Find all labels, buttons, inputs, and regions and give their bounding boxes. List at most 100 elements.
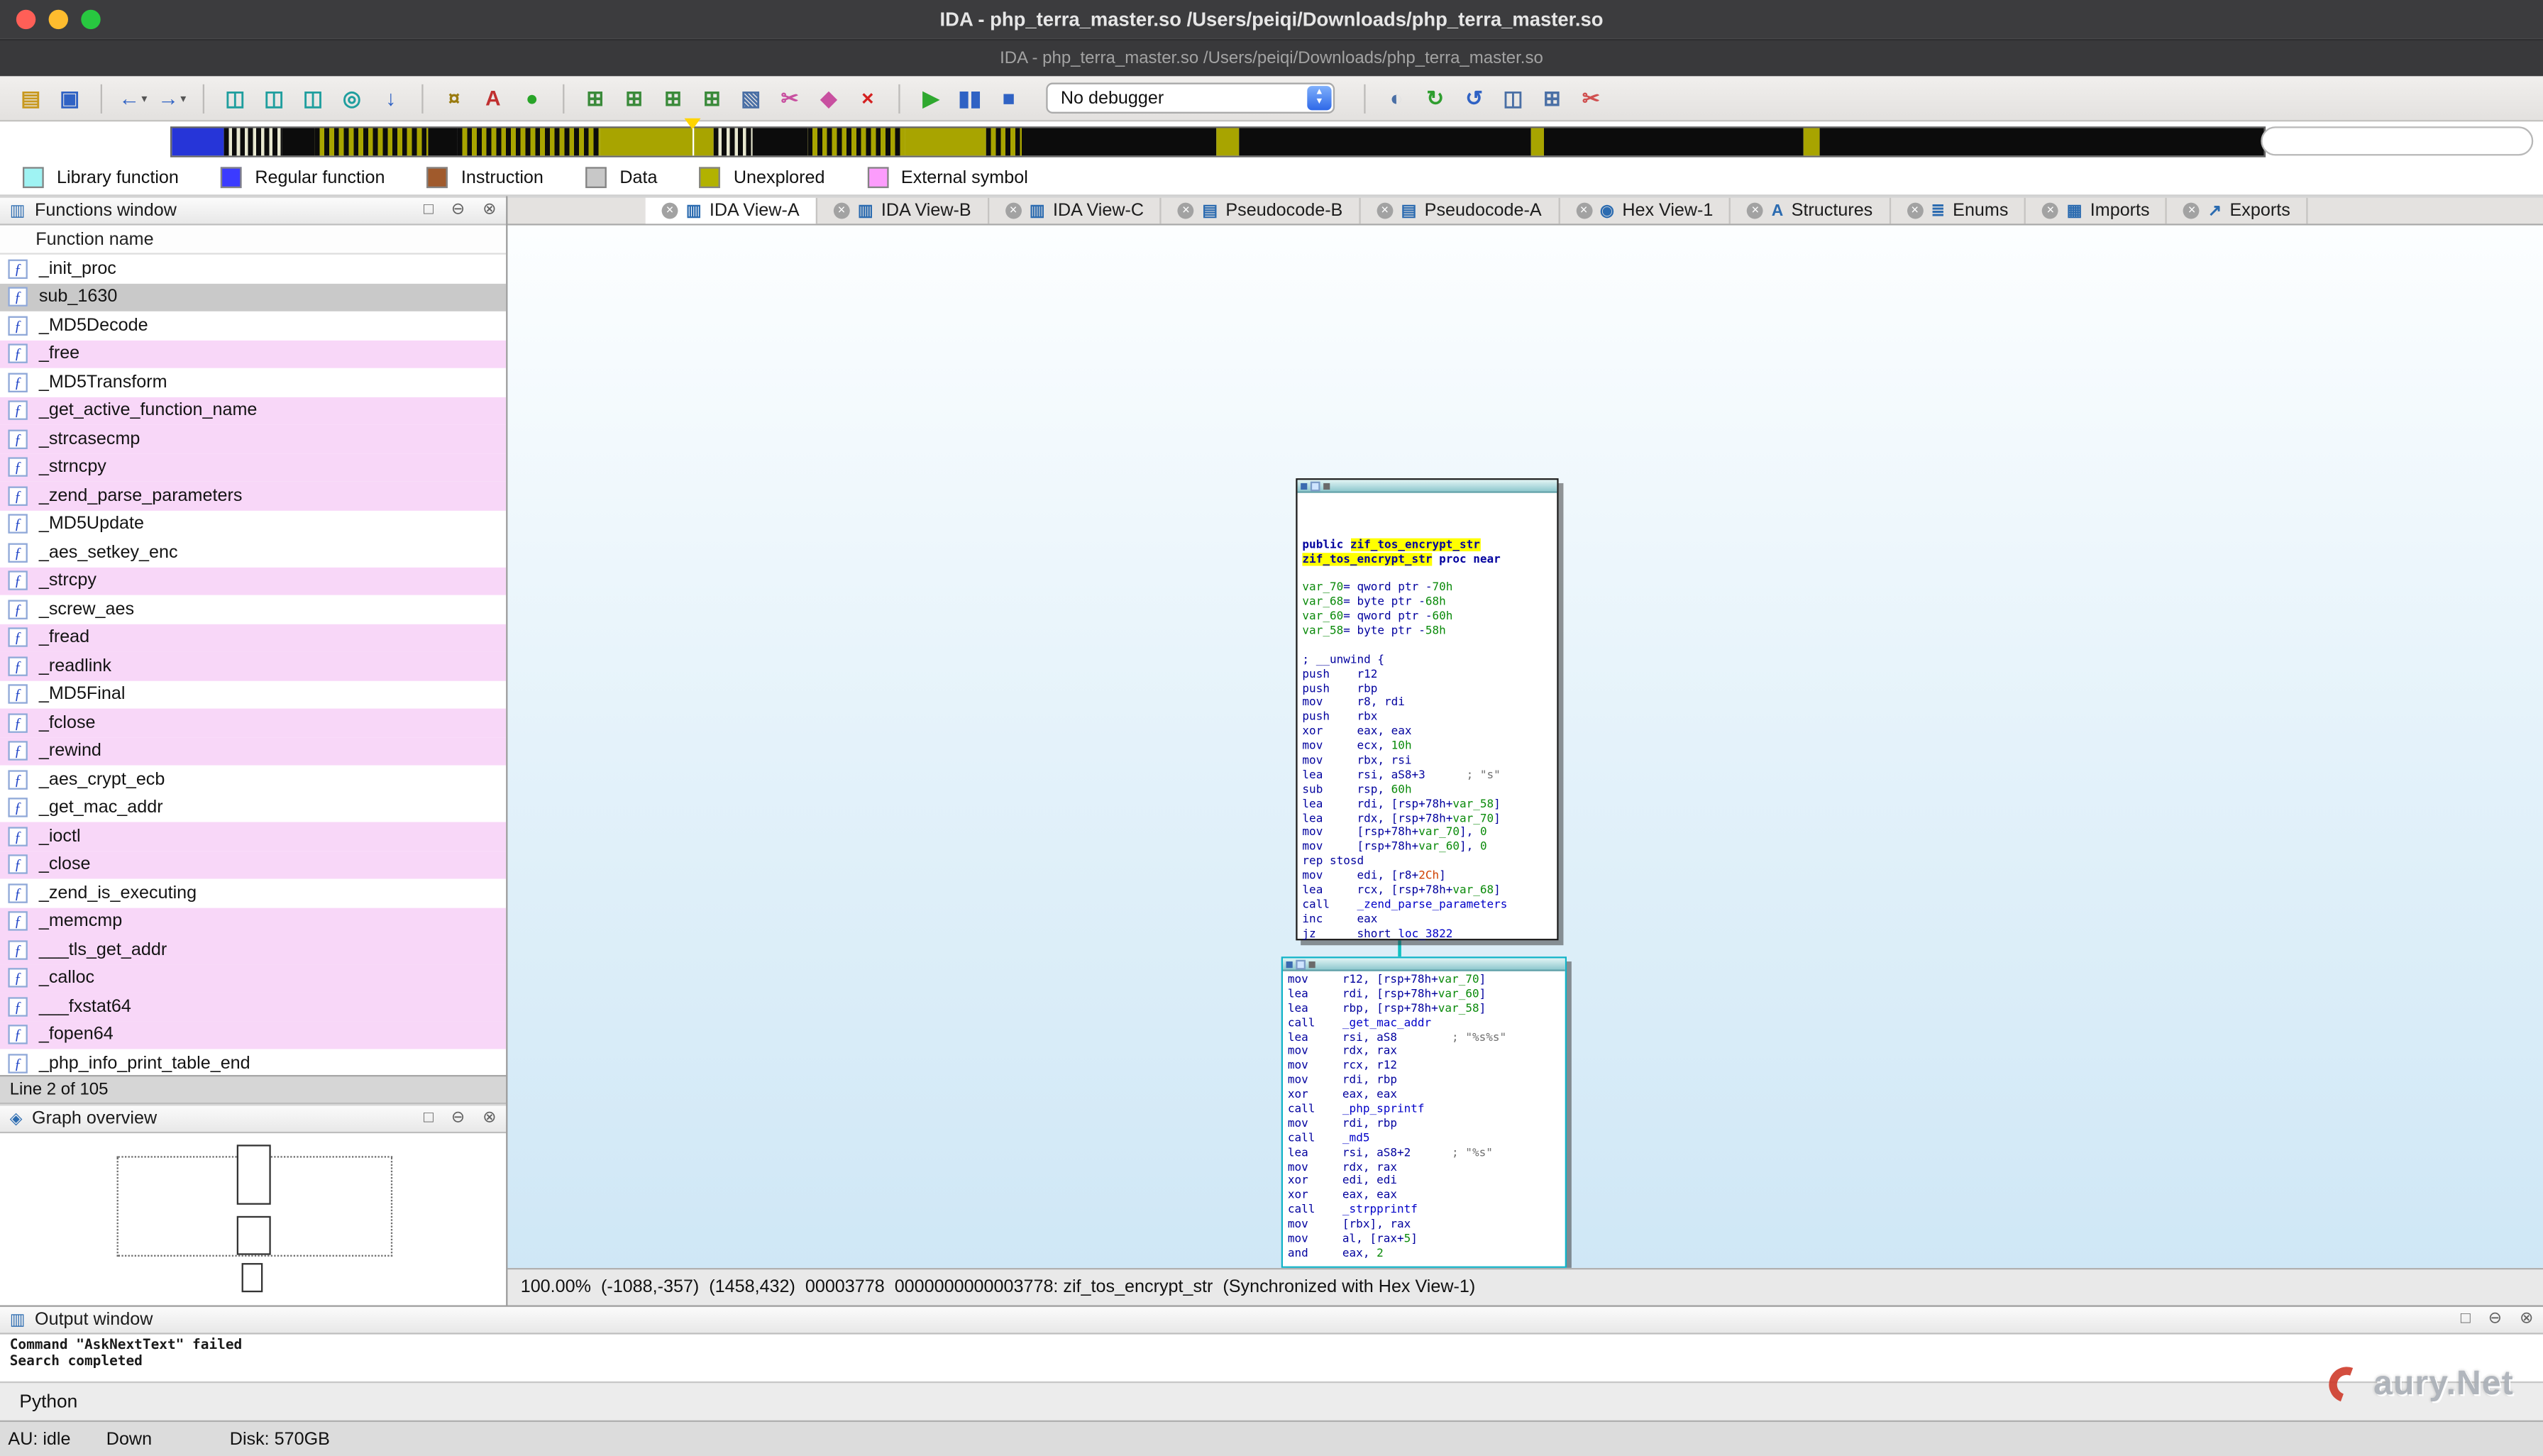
close-icon[interactable]: ⊗ xyxy=(2520,1311,2533,1328)
function-row[interactable]: ƒ _close xyxy=(0,850,507,879)
close-icon[interactable]: ⊗ xyxy=(482,202,496,219)
function-row[interactable]: ƒ _screw_aes xyxy=(0,595,506,624)
tab-close-icon[interactable]: × xyxy=(2183,202,2200,219)
cut-snapshot-icon[interactable]: ✂ xyxy=(776,82,805,114)
tab-pseudocode-b[interactable]: × ▤ Pseudocode-B xyxy=(1162,197,1361,224)
tab-close-icon[interactable]: × xyxy=(833,202,850,219)
create-struct-icon[interactable]: ⊞ xyxy=(658,82,688,114)
tab-close-icon[interactable]: × xyxy=(1005,202,1022,219)
next-window-icon[interactable]: ◫ xyxy=(299,82,328,114)
function-row[interactable]: ƒ _memcmp xyxy=(0,907,507,936)
bookmark-icon[interactable]: ◆ xyxy=(814,82,843,114)
node-collapse-icon[interactable] xyxy=(1301,482,1308,489)
tab-close-icon[interactable]: × xyxy=(661,202,678,219)
node-title-bar[interactable] xyxy=(1282,958,1565,971)
combo-stepper-icon[interactable]: ▲ ▼ xyxy=(1307,86,1332,111)
node-menu-icon[interactable] xyxy=(1323,482,1330,489)
tab-ida-view-c[interactable]: × ▥ IDA View-C xyxy=(989,197,1162,224)
colorize-icon[interactable]: ▧ xyxy=(737,82,766,114)
function-row[interactable]: ƒ _MD5Transform xyxy=(0,368,506,397)
function-row[interactable]: ƒ _free xyxy=(0,339,507,368)
function-row[interactable]: ƒ _zend_parse_parameters xyxy=(0,481,507,510)
tab-exports[interactable]: × ↗ Exports xyxy=(2168,197,2308,224)
node-title-bar[interactable] xyxy=(1297,480,1557,493)
window-menu-icon[interactable]: ⊖ xyxy=(451,202,465,219)
graph-node-next[interactable]: mov r12, [rsp+78h+var_70] lea rdi, [rsp+7… xyxy=(1281,956,1567,1268)
binary-search-icon[interactable]: ¤ xyxy=(439,82,468,114)
tab-close-icon[interactable]: × xyxy=(1907,202,1924,219)
pause-process-icon[interactable]: ▮▮ xyxy=(955,82,984,114)
function-row[interactable]: ƒ _aes_setkey_enc xyxy=(0,539,506,567)
jump-target-icon[interactable]: ◎ xyxy=(337,82,366,114)
minimize-window-button[interactable] xyxy=(48,9,68,30)
open-file-icon[interactable]: ▤ xyxy=(16,82,45,114)
close-window-button[interactable] xyxy=(16,9,36,30)
float-icon[interactable]: □ xyxy=(424,202,434,219)
function-row[interactable]: ƒ ___fxstat64 xyxy=(0,992,507,1021)
function-row[interactable]: ƒ _calloc xyxy=(0,964,507,993)
record-macro-icon[interactable]: ● xyxy=(517,82,546,114)
function-row[interactable]: ƒ _strcasecmp xyxy=(0,424,507,453)
cli-selector-button[interactable]: Python xyxy=(19,1392,77,1411)
node-pin-icon[interactable] xyxy=(1310,480,1320,491)
window-menu-icon[interactable]: ⊖ xyxy=(2488,1311,2502,1328)
create-enum-icon[interactable]: ⊞ xyxy=(697,82,727,114)
graph-overview-canvas[interactable] xyxy=(0,1133,507,1306)
function-row[interactable]: ƒ ___tls_get_addr xyxy=(0,935,507,964)
step-into-icon[interactable]: ↻ xyxy=(1421,82,1450,114)
function-row[interactable]: ƒ _get_mac_addr xyxy=(0,794,506,822)
debugger-select[interactable]: No debugger ▲ ▼ xyxy=(1046,82,1335,114)
function-row[interactable]: ƒ _MD5Decode xyxy=(0,311,506,340)
node-pin-icon[interactable] xyxy=(1296,959,1306,969)
node-menu-icon[interactable] xyxy=(1308,960,1315,968)
stop-process-icon[interactable]: ■ xyxy=(994,82,1023,114)
window-menu-icon[interactable]: ⊖ xyxy=(451,1110,465,1127)
edit-function-icon[interactable]: ⊞ xyxy=(619,82,649,114)
desktop-windows-icon[interactable]: ◫ xyxy=(221,82,250,114)
quick-filter-input[interactable] xyxy=(2261,126,2534,156)
tab-pseudocode-a[interactable]: × ▤ Pseudocode-A xyxy=(1360,197,1560,224)
function-row[interactable]: ƒ _MD5Final xyxy=(0,680,506,709)
step-over-icon[interactable]: ↺ xyxy=(1460,82,1489,114)
tab-close-icon[interactable]: × xyxy=(1377,202,1394,219)
function-row[interactable]: ƒ _fread xyxy=(0,623,507,652)
function-row[interactable]: ƒ _fclose xyxy=(0,708,507,737)
cancel-icon[interactable]: × xyxy=(853,82,882,114)
function-row[interactable]: ƒ _rewind xyxy=(0,737,507,766)
detach-process-icon[interactable]: ✂ xyxy=(1577,82,1606,114)
run-until-return-icon[interactable]: ◫ xyxy=(1499,82,1528,114)
navigation-band[interactable] xyxy=(170,126,2266,158)
graph-node-entry[interactable]: public zif_tos_encrypt_str zif_tos_encryp… xyxy=(1296,478,1559,941)
output-log[interactable]: Command "AskNextText" failed Search compl… xyxy=(0,1334,2543,1381)
function-row[interactable]: ƒ _ioctl xyxy=(0,822,507,851)
function-row[interactable]: ƒ _strncpy xyxy=(0,453,507,482)
tab-close-icon[interactable]: × xyxy=(1178,202,1194,219)
function-row[interactable]: ƒ _init_proc xyxy=(0,255,506,283)
graph-canvas[interactable]: public zif_tos_encrypt_str zif_tos_encryp… xyxy=(507,225,2543,1268)
float-icon[interactable]: □ xyxy=(2461,1311,2471,1328)
tab-close-icon[interactable]: × xyxy=(1747,202,1764,219)
start-process-icon[interactable]: ▶ xyxy=(916,82,945,114)
tab-close-icon[interactable]: × xyxy=(1575,202,1592,219)
tab-imports[interactable]: × ▦ Imports xyxy=(2026,197,2168,224)
function-row[interactable]: ƒ _php_info_print_table_end xyxy=(0,1049,506,1075)
close-icon[interactable]: ⊗ xyxy=(482,1110,496,1127)
previous-window-icon[interactable]: ◫ xyxy=(260,82,289,114)
text-search-icon[interactable]: A xyxy=(478,82,507,114)
jump-address-icon[interactable]: ↓ xyxy=(376,82,405,114)
function-row[interactable]: ƒ _readlink xyxy=(0,651,507,680)
debugger-setup-icon[interactable]: ◐ xyxy=(1381,82,1411,114)
zoom-window-button[interactable] xyxy=(81,9,101,30)
function-row[interactable]: ƒ _strcpy xyxy=(0,566,507,595)
function-row[interactable]: ƒ _get_active_function_name xyxy=(0,396,507,425)
navigate-forward-icon[interactable]: → ▾ xyxy=(158,82,187,114)
tab-hex-view-1[interactable]: × ◉ Hex View-1 xyxy=(1560,197,1731,224)
node-collapse-icon[interactable] xyxy=(1286,960,1293,968)
tab-enums[interactable]: × ≣ Enums xyxy=(1890,197,2026,224)
tab-ida-view-b[interactable]: × ▥ IDA View-B xyxy=(817,197,989,224)
tab-ida-view-a[interactable]: × ▥ IDA View-A xyxy=(645,197,817,224)
attach-process-icon[interactable]: ⊞ xyxy=(1538,82,1567,114)
save-file-icon[interactable]: ▣ xyxy=(55,82,84,114)
functions-column-header[interactable]: Function name xyxy=(0,225,507,255)
function-row[interactable]: ƒ _zend_is_executing xyxy=(0,879,506,908)
